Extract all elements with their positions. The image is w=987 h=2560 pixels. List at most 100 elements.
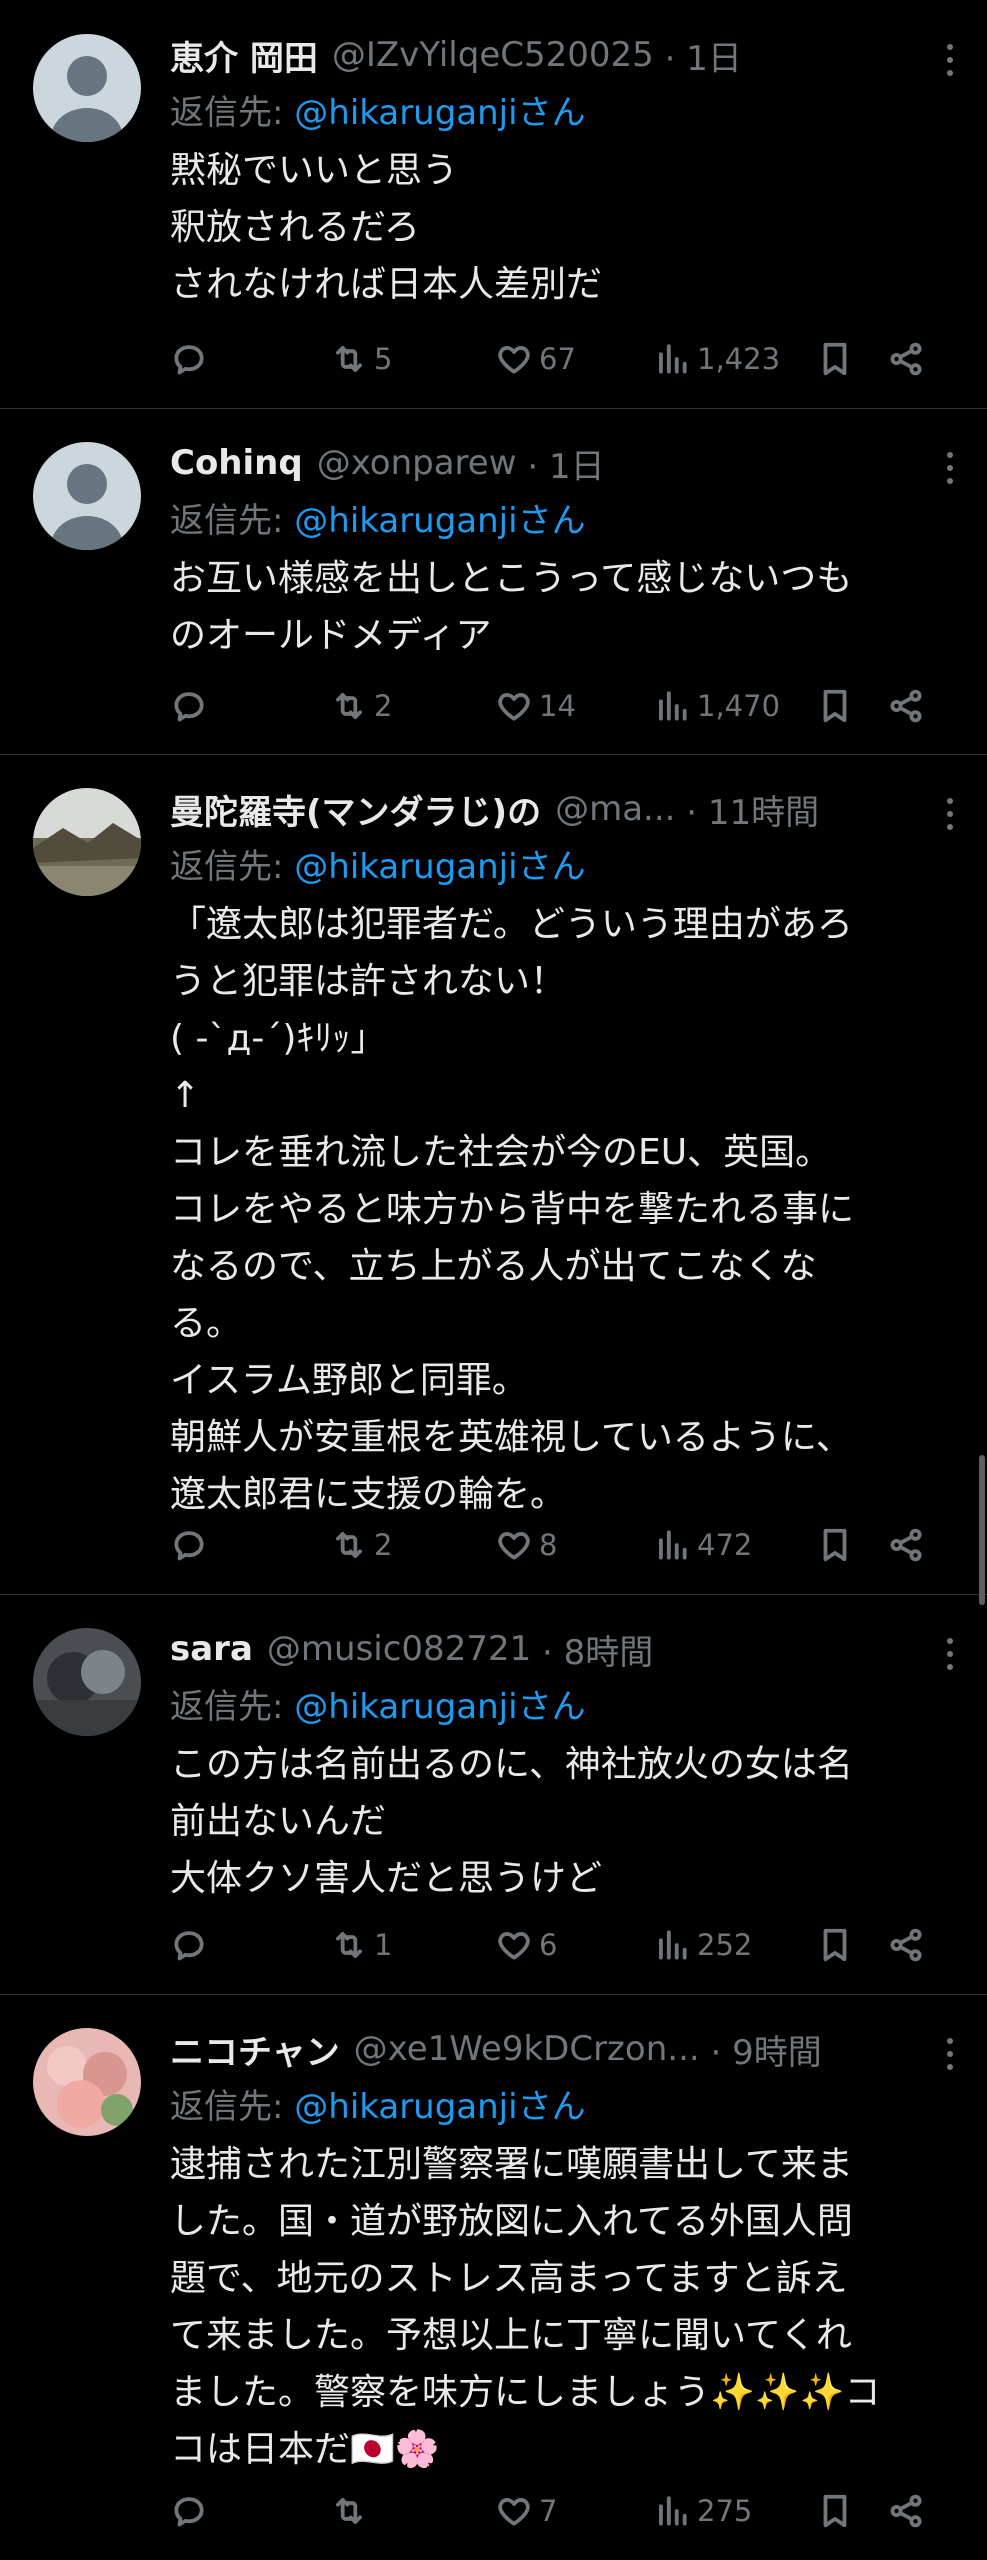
share-button[interactable] xyxy=(887,681,925,731)
tweet[interactable]: 恵介 岡田 @IZvYilqeC520025 · 1日 返信先: @hikaru… xyxy=(0,0,987,409)
author-handle[interactable]: @IZvYilqeC520025 xyxy=(332,35,654,75)
reply-prefix: 返信先: xyxy=(170,1687,295,1727)
tweet-text: この方は名前出るのに、神社放火の女は名 前出ないんだ 大体クソ害人だと思うけど xyxy=(170,1744,853,1899)
reply-context: 返信先: @hikaruganjiさん xyxy=(170,492,957,550)
reply-prefix: 返信先: xyxy=(170,501,295,541)
reply-icon xyxy=(174,2497,204,2527)
reply-mention[interactable]: @hikaruganjiさん xyxy=(294,2087,585,2127)
more-icon[interactable] xyxy=(935,794,965,834)
share-button[interactable] xyxy=(887,1520,925,1570)
views-count: 275 xyxy=(697,2494,753,2528)
views-count: 1,423 xyxy=(697,342,781,376)
author-handle[interactable]: @ma... xyxy=(555,789,675,829)
reply-mention[interactable]: @hikaruganjiさん xyxy=(294,93,585,133)
bookmark-button[interactable] xyxy=(816,1920,854,1970)
reply-context: 返信先: @hikaruganjiさん xyxy=(170,84,957,142)
reply-button[interactable] xyxy=(170,1920,214,1970)
reply-mention[interactable]: @hikaruganjiさん xyxy=(294,501,585,541)
reply-mention[interactable]: @hikaruganjiさん xyxy=(294,1687,585,1727)
like-count: 14 xyxy=(539,689,576,723)
avatar[interactable] xyxy=(33,34,141,142)
timestamp[interactable]: · 1日 xyxy=(517,439,604,488)
more-icon[interactable] xyxy=(935,448,965,488)
reply-context: 返信先: @hikaruganjiさん xyxy=(170,838,957,896)
views-button[interactable]: 252 xyxy=(653,1920,752,1970)
author-handle[interactable]: @xonparew xyxy=(317,443,517,483)
like-button[interactable]: 7 xyxy=(495,2486,557,2536)
author-name[interactable]: Cohinq xyxy=(170,443,303,483)
timestamp[interactable]: · 9時間 xyxy=(700,2025,821,2074)
bookmark-button[interactable] xyxy=(816,334,854,384)
avatar[interactable] xyxy=(33,2028,141,2136)
author-name[interactable]: 曼陀羅寺(マンダラじ)の xyxy=(170,785,541,834)
bookmark-button[interactable] xyxy=(816,1520,854,1570)
retweet-button[interactable]: 1 xyxy=(330,1920,392,1970)
share-button[interactable] xyxy=(887,334,925,384)
reply-button[interactable] xyxy=(170,334,214,384)
views-button[interactable]: 472 xyxy=(653,1520,752,1570)
avatar[interactable] xyxy=(33,1628,141,1736)
retweet-count: 1 xyxy=(374,1928,393,1962)
author-name[interactable]: sara xyxy=(170,1629,253,1669)
reply-button[interactable] xyxy=(170,1520,214,1570)
scrollbar[interactable] xyxy=(979,1455,985,1605)
views-icon xyxy=(659,2496,687,2526)
like-button[interactable]: 14 xyxy=(495,681,576,731)
reply-button[interactable] xyxy=(170,681,214,731)
like-count: 7 xyxy=(539,2494,558,2528)
author-name[interactable]: 恵介 岡田 xyxy=(170,31,318,80)
retweet-count: 2 xyxy=(374,689,393,723)
tweet[interactable]: 曼陀羅寺(マンダラじ)の @ma... · 11時間 返信先: @hikarug… xyxy=(0,754,987,1595)
reply-prefix: 返信先: xyxy=(170,847,295,887)
author-handle[interactable]: @music082721 xyxy=(267,1629,531,1669)
share-icon xyxy=(890,342,922,376)
like-button[interactable]: 67 xyxy=(495,334,576,384)
reply-icon xyxy=(174,1931,204,1961)
reply-mention[interactable]: @hikaruganjiさん xyxy=(294,847,585,887)
avatar[interactable] xyxy=(33,442,141,550)
retweet-button[interactable]: 5 xyxy=(330,334,392,384)
views-button[interactable]: 1,470 xyxy=(653,681,780,731)
retweet-button[interactable]: 2 xyxy=(330,1520,392,1570)
retweet-icon xyxy=(336,1532,362,1558)
tweet-text: 「遼太郎は犯罪者だ。どういう理由があろ うと犯罪は許されない！ ( -`д-´)… xyxy=(170,904,855,1515)
tweet[interactable]: sara @music082721 · 8時間 返信先: @hikaruganj… xyxy=(0,1594,987,1995)
avatar[interactable] xyxy=(33,788,141,896)
reply-button[interactable] xyxy=(170,2486,214,2536)
tweet-text: 逮捕された江別警察署に嘆願書出して来ま した。国・道が野放図に入れてる外国人問 … xyxy=(170,2144,881,2470)
retweet-count: 2 xyxy=(374,1528,393,1562)
reply-prefix: 返信先: xyxy=(170,93,295,133)
like-icon xyxy=(498,1532,530,1560)
author-name[interactable]: ニコチャン xyxy=(170,2025,340,2074)
more-icon[interactable] xyxy=(935,1634,965,1674)
share-icon xyxy=(890,1528,922,1562)
share-icon xyxy=(890,1928,922,1962)
like-icon xyxy=(498,346,530,374)
share-button[interactable] xyxy=(887,2486,925,2536)
tweet-text: お互い様感を出しとこうって感じないつも のオールドメディア xyxy=(170,558,853,656)
more-icon[interactable] xyxy=(935,40,965,80)
author-handle[interactable]: @xe1We9kDCrzon... xyxy=(354,2029,700,2069)
bookmark-button[interactable] xyxy=(816,681,854,731)
share-icon xyxy=(890,2494,922,2528)
timestamp[interactable]: · 11時間 xyxy=(675,785,819,834)
retweet-count: 5 xyxy=(374,342,393,376)
like-count: 6 xyxy=(539,1928,558,1962)
retweet-icon xyxy=(336,2498,362,2524)
like-button[interactable]: 8 xyxy=(495,1520,557,1570)
like-count: 67 xyxy=(539,342,576,376)
bookmark-button[interactable] xyxy=(816,2486,854,2536)
tweet[interactable]: ニコチャン @xe1We9kDCrzon... · 9時間 返信先: @hika… xyxy=(0,1994,987,2560)
retweet-button[interactable] xyxy=(330,2486,374,2536)
like-button[interactable]: 6 xyxy=(495,1920,557,1970)
timestamp[interactable]: · 8時間 xyxy=(531,1625,653,1674)
share-button[interactable] xyxy=(887,1920,925,1970)
timestamp[interactable]: · 1日 xyxy=(654,31,742,80)
views-button[interactable]: 275 xyxy=(653,2486,752,2536)
retweet-button[interactable]: 2 xyxy=(330,681,392,731)
tweet[interactable]: Cohinq @xonparew · 1日 返信先: @hikaruganjiさ… xyxy=(0,408,987,755)
views-button[interactable]: 1,423 xyxy=(653,334,780,384)
more-icon[interactable] xyxy=(935,2034,965,2074)
bookmark-icon xyxy=(823,342,847,376)
views-icon xyxy=(659,344,687,374)
